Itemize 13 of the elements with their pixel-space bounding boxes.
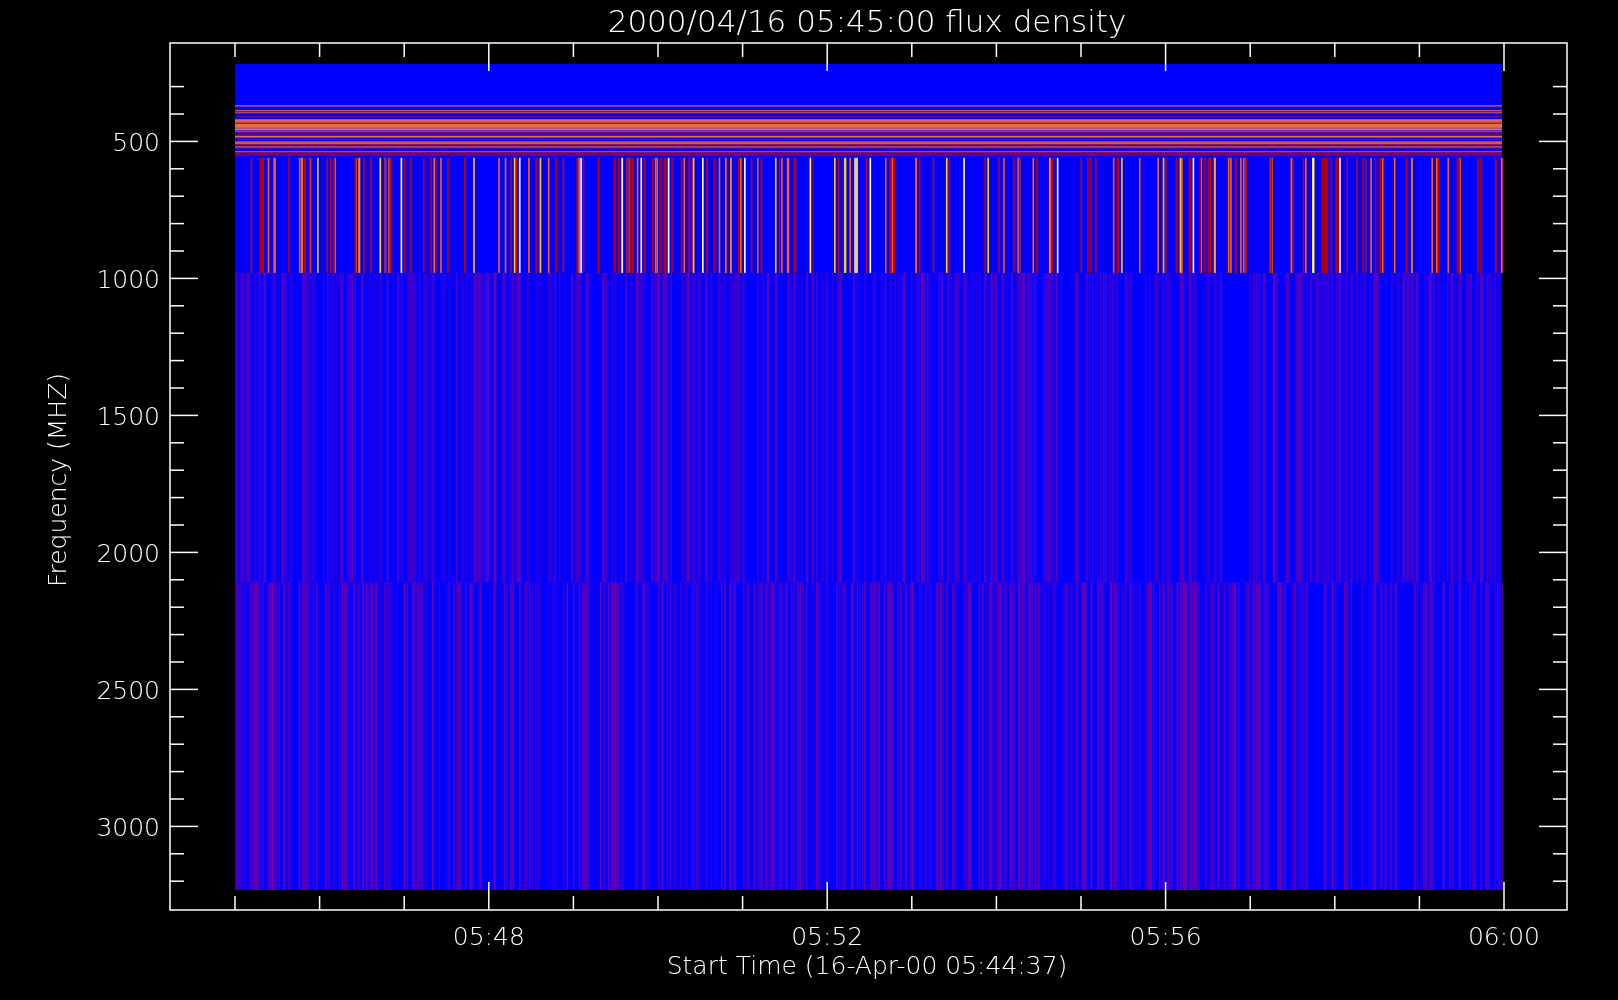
x-tick-label: 05:48	[452, 922, 525, 951]
x-tick-label: 05:56	[1129, 922, 1202, 951]
y-tick-label: 1500	[96, 402, 160, 432]
y-tick-label: 2000	[96, 539, 160, 569]
x-tick-label: 05:52	[791, 922, 864, 951]
x-tick-label: 06:00	[1468, 922, 1540, 951]
y-tick-label: 500	[112, 128, 160, 158]
y-tick-label: 2500	[96, 676, 160, 706]
y-tick-label: 1000	[96, 265, 160, 295]
y-tick-label: 3000	[96, 813, 160, 843]
plot-title: 2000/04/16 05:45:00 flux density	[607, 3, 1127, 39]
y-axis-title: Frequency (MHZ)	[43, 372, 72, 588]
x-axis-title: Start Time (16-Apr-00 05:44:37)	[666, 951, 1068, 980]
